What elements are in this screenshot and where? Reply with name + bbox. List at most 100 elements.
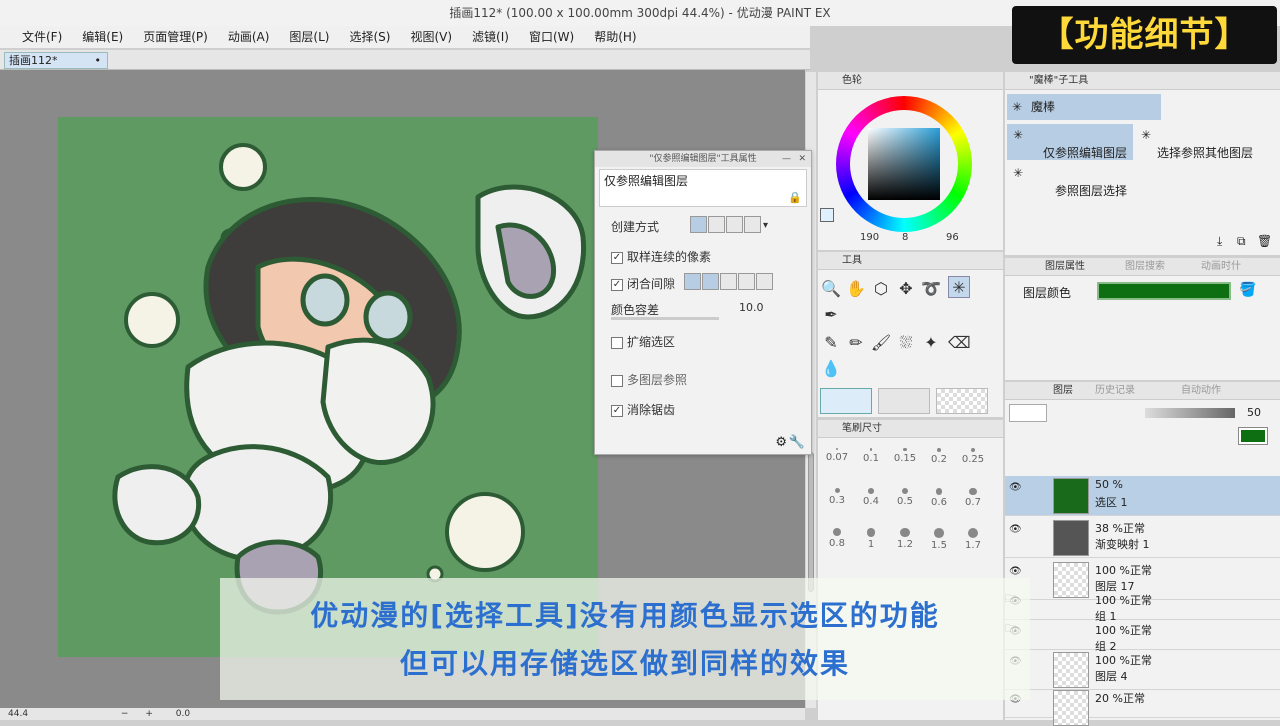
tab-layers[interactable]: 图层 — [1053, 382, 1073, 400]
expand-selection-row[interactable]: 扩缩选区 — [611, 333, 675, 350]
color-tolerance-slider[interactable] — [611, 317, 719, 320]
menu-help[interactable]: 帮助(H) — [584, 26, 646, 48]
menu-edit[interactable]: 编辑(E) — [72, 26, 133, 48]
antialias-row[interactable]: ✓ 消除锯齿 — [611, 401, 675, 418]
brush-size-cell[interactable]: 0.8 — [822, 524, 852, 560]
opacity-value[interactable]: 50 — [1247, 406, 1261, 419]
tab-layer-property[interactable]: 图层属性 — [1045, 258, 1085, 276]
magic-wand-icon[interactable]: ✳ — [948, 276, 970, 298]
brush-size-cell[interactable]: 0.3 — [822, 484, 852, 520]
tab-auto-actions[interactable]: 自动动作 — [1181, 382, 1221, 400]
brush-size-header[interactable]: 笔刷尺寸 — [818, 420, 1003, 438]
tab-close-icon[interactable]: • — [95, 53, 102, 68]
blend-mode-select[interactable] — [1009, 404, 1047, 422]
layer-row[interactable]: 👁20 %正常 — [1005, 688, 1280, 726]
multi-layer-ref-row[interactable]: 多图层参照 — [611, 371, 687, 388]
chevron-down-icon[interactable]: ▾ — [763, 220, 768, 231]
gap-level-4[interactable] — [738, 273, 755, 290]
brush-size-cell[interactable]: 0.4 — [856, 484, 886, 520]
brush-size-cell[interactable]: 0.25 — [958, 444, 988, 480]
layer-row[interactable]: 👁🗀100 %正常组 1 — [1005, 590, 1280, 623]
menu-file[interactable]: 文件(F) — [12, 26, 72, 48]
main-color-swatch[interactable] — [820, 208, 834, 222]
pencil-tool-icon[interactable]: ✏ — [845, 332, 867, 354]
lasso-tool-icon[interactable]: ➰ — [920, 278, 942, 300]
menu-view[interactable]: 视图(V) — [400, 26, 462, 48]
tool-panel-header[interactable]: 工具 — [818, 252, 1003, 270]
settings-icon[interactable]: ⚙ — [775, 435, 787, 450]
menu-animation[interactable]: 动画(A) — [218, 26, 280, 48]
brush-size-cell[interactable]: 1 — [856, 524, 886, 560]
saturation-value-square[interactable] — [868, 128, 940, 200]
saturation-value[interactable]: 8 — [902, 232, 908, 243]
mode-subtract-selection-icon[interactable] — [726, 216, 743, 233]
zoom-value[interactable]: 44.4 — [8, 709, 28, 719]
fill-bucket-icon[interactable]: 🪣 — [1239, 282, 1256, 298]
color-wheel[interactable] — [836, 96, 972, 232]
tab-animation-timeline[interactable]: 动画时什 — [1201, 258, 1241, 276]
brush-size-cell[interactable]: 1.7 — [958, 524, 988, 560]
brush-size-cell[interactable]: 0.5 — [890, 484, 920, 520]
menu-window[interactable]: 窗口(W) — [519, 26, 584, 48]
transparent-color-swatch[interactable] — [936, 388, 988, 414]
close-icon[interactable]: ✕ — [798, 151, 806, 167]
mode-add-selection-icon[interactable] — [708, 216, 725, 233]
tool-property-header[interactable]: "仅参照编辑图层"工具属性 — ✕ — [595, 151, 811, 167]
multi-layer-ref-checkbox[interactable] — [611, 374, 623, 387]
angle-value[interactable]: 0.0 — [176, 709, 190, 719]
menu-page[interactable]: 页面管理(P) — [133, 26, 218, 48]
document-tab[interactable]: 插画112* • — [4, 52, 108, 69]
subtool-item-other-layer[interactable]: ✳ 选择参照其他图层 — [1135, 124, 1261, 160]
mode-intersect-selection-icon[interactable] — [744, 216, 761, 233]
move-tool-icon[interactable]: ✥ — [895, 278, 917, 300]
bg-color-swatch[interactable] — [878, 388, 930, 414]
sample-contiguous-checkbox[interactable]: ✓ — [611, 251, 623, 264]
brush-size-cell[interactable]: 0.1 — [856, 444, 886, 480]
visibility-eye-icon[interactable]: 👁 — [1009, 482, 1022, 493]
hue-value[interactable]: 190 — [860, 232, 879, 243]
zoom-tool-icon[interactable]: 🔍 — [820, 278, 842, 300]
opacity-slider[interactable] — [1145, 408, 1235, 418]
tab-history[interactable]: 历史记录 — [1095, 382, 1135, 400]
color-wheel-header[interactable]: 色轮 — [818, 72, 1003, 90]
gap-level-2[interactable] — [702, 273, 719, 290]
gap-level-5[interactable] — [756, 273, 773, 290]
zoom-out-icon[interactable]: − — [121, 709, 129, 719]
subtool-header[interactable]: "魔棒"子工具 — [1005, 72, 1280, 90]
layer-row[interactable]: 👁100 %正常图层 4 — [1005, 650, 1280, 690]
close-gap-row[interactable]: ✓ 闭合间隙 — [611, 273, 773, 292]
minimize-icon[interactable]: — — [782, 151, 791, 167]
zoom-in-icon[interactable]: + — [145, 709, 153, 719]
brush-size-cell[interactable]: 0.7 — [958, 484, 988, 520]
menu-layer[interactable]: 图层(L) — [279, 26, 339, 48]
gap-level-3[interactable] — [720, 273, 737, 290]
decoration-tool-icon[interactable]: ✦ — [920, 332, 942, 354]
fg-color-swatch[interactable] — [820, 388, 872, 414]
close-gap-checkbox[interactable]: ✓ — [611, 278, 623, 291]
tab-layer-search[interactable]: 图层搜索 — [1125, 258, 1165, 276]
menu-filter[interactable]: 滤镜(I) — [462, 26, 519, 48]
mode-new-selection-icon[interactable] — [690, 216, 707, 233]
airbrush-tool-icon[interactable]: ⛆ — [895, 332, 917, 354]
import-icon[interactable]: ⤓ — [1217, 234, 1222, 249]
blend-tool-icon[interactable]: 💧 — [820, 358, 842, 380]
color-tolerance-value[interactable]: 10.0 — [739, 301, 764, 314]
layer-color-indicator[interactable] — [1238, 427, 1268, 445]
brush-size-cell[interactable]: 0.15 — [890, 444, 920, 480]
menu-select[interactable]: 选择(S) — [339, 26, 400, 48]
subtool-item-ref-layer[interactable]: ✳ 参照图层选择 — [1007, 162, 1133, 198]
lock-icon[interactable]: 🔒 — [788, 191, 802, 204]
gap-level-1[interactable] — [684, 273, 701, 290]
pen-tool-icon[interactable]: ✎ — [820, 332, 842, 354]
trash-icon[interactable]: 🗑 — [1257, 234, 1272, 248]
brush-size-cell[interactable]: 0.2 — [924, 444, 954, 480]
scrollbar-thumb[interactable] — [808, 452, 814, 592]
subtool-group[interactable]: ✳ 魔棒 — [1007, 94, 1161, 120]
visibility-eye-icon[interactable]: 👁 — [1009, 524, 1022, 535]
brush-size-cell[interactable]: 0.07 — [822, 444, 852, 480]
object-tool-icon[interactable]: ⬡ — [870, 278, 892, 300]
visibility-eye-icon[interactable]: 👁 — [1009, 566, 1022, 577]
brightness-value[interactable]: 96 — [946, 232, 959, 243]
eyedropper-icon[interactable]: ✒ — [820, 304, 842, 326]
duplicate-icon[interactable]: ⧉ — [1237, 234, 1246, 249]
